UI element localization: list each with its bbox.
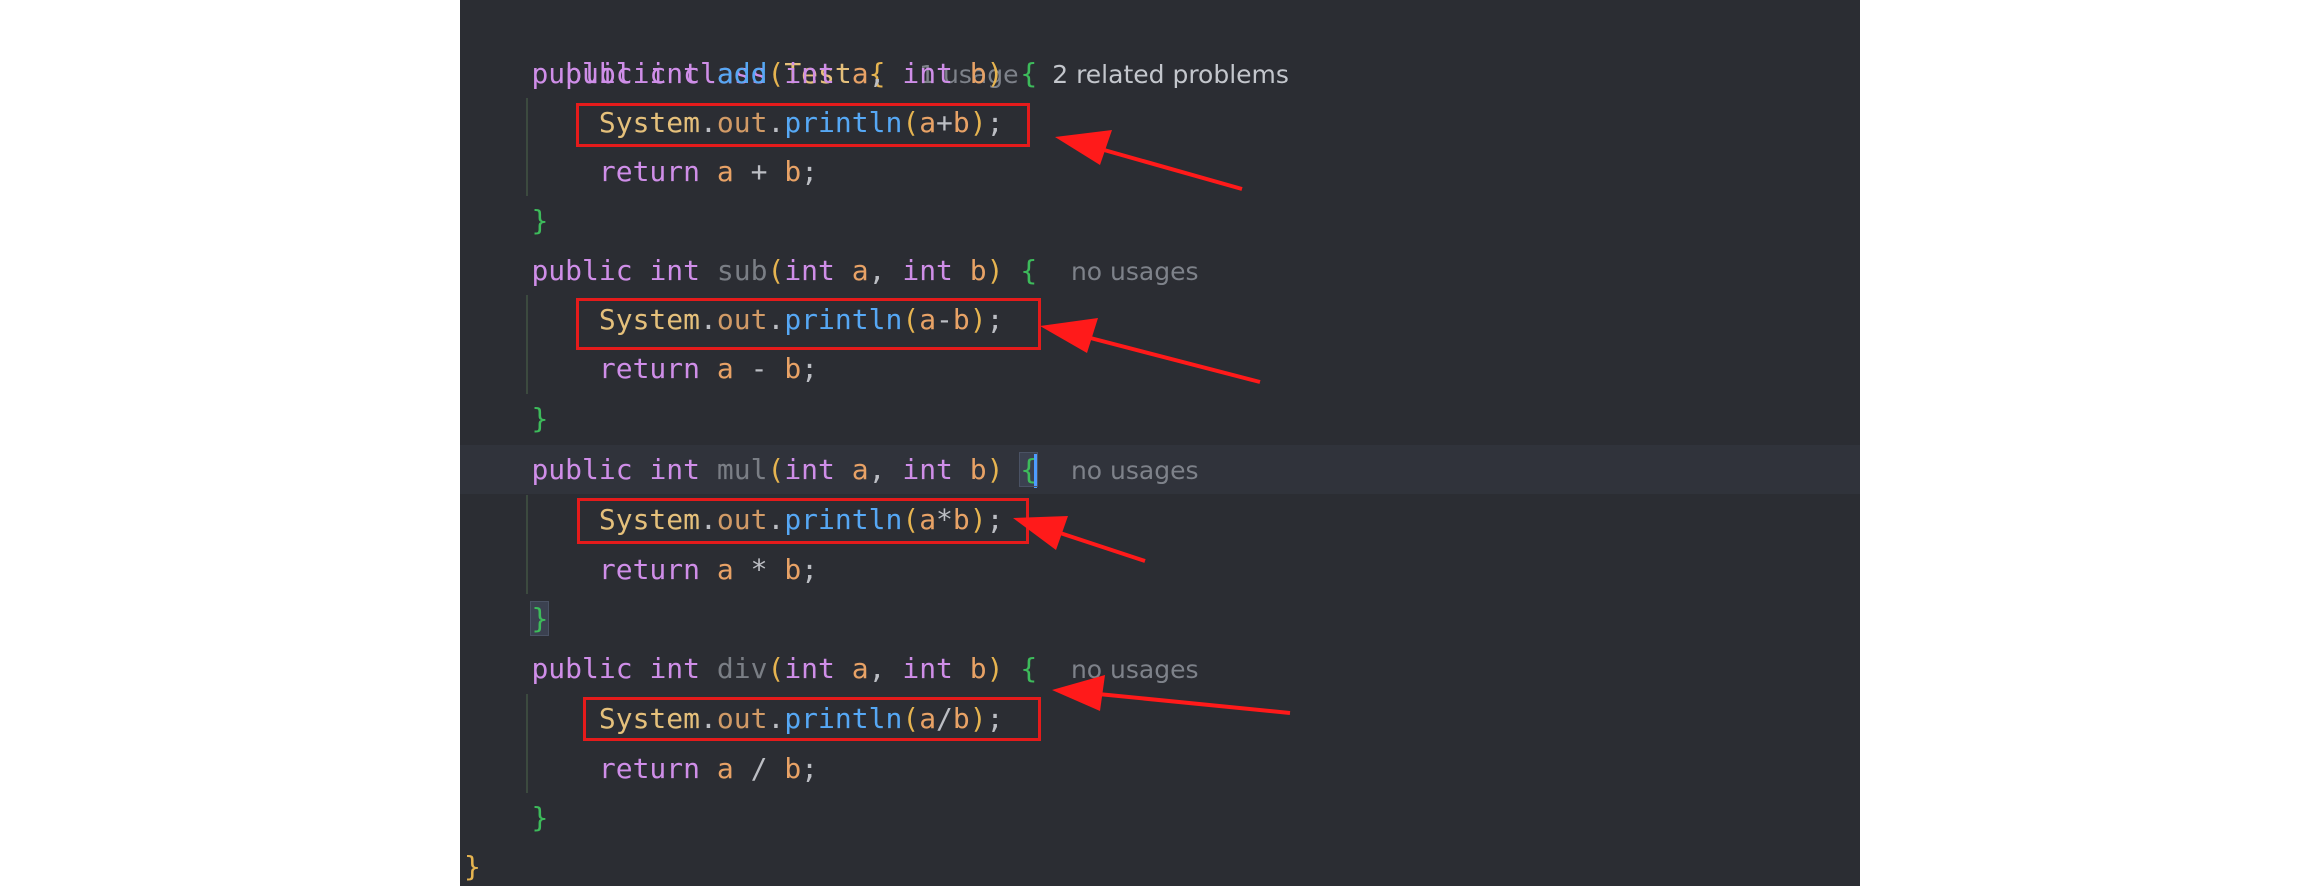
operator: -	[750, 352, 768, 385]
var-b: b	[784, 352, 802, 385]
param-a: a	[851, 453, 869, 486]
code-line-add-signature[interactable]: public int add(int a, int b) {	[460, 49, 1860, 98]
keyword-int: int	[649, 652, 701, 685]
keyword-public: public	[531, 652, 633, 685]
method-open-brace: {	[1020, 254, 1038, 287]
param-b: b	[969, 57, 987, 90]
param-type: int	[784, 57, 835, 90]
keyword-int: int	[649, 57, 701, 90]
paren: )	[986, 57, 1004, 90]
var-a: a	[716, 155, 734, 188]
keyword-return: return	[598, 752, 701, 785]
comma: ,	[868, 57, 886, 90]
code-line-mul-end[interactable]: }	[460, 594, 1860, 643]
paren: )	[986, 652, 1004, 685]
param-b: b	[969, 453, 987, 486]
indent-guide	[526, 98, 528, 196]
param-a: a	[851, 57, 869, 90]
no-usages-hint[interactable]: no usages	[1071, 456, 1199, 485]
class-close-brace: }	[464, 850, 481, 883]
var-b: b	[784, 155, 802, 188]
comma: ,	[868, 453, 886, 486]
method-name-add[interactable]: add	[717, 57, 768, 90]
keyword-public: public	[531, 254, 633, 287]
code-line-div-return[interactable]: return a / b;	[460, 744, 1860, 793]
var-a: a	[716, 352, 734, 385]
keyword-public: public	[531, 57, 633, 90]
code-line-sub-return[interactable]: return a - b;	[460, 344, 1860, 393]
param-b: b	[969, 652, 987, 685]
var-a: a	[716, 553, 734, 586]
annotation-box	[576, 103, 1030, 147]
keyword-return: return	[598, 352, 701, 385]
method-name-div[interactable]: div	[717, 652, 768, 685]
paren: (	[767, 652, 785, 685]
annotation-box	[577, 498, 1029, 544]
keyword-return: return	[598, 553, 701, 586]
paren: (	[767, 57, 785, 90]
indent-guide	[526, 694, 528, 793]
method-name-mul[interactable]: mul	[717, 453, 768, 486]
semicolon: ;	[801, 155, 819, 188]
param-type: int	[902, 453, 953, 486]
method-open-brace: {	[1020, 652, 1038, 685]
comma: ,	[868, 254, 886, 287]
annotation-box	[583, 697, 1041, 741]
method-open-brace: {	[1020, 57, 1038, 90]
code-line-add-end[interactable]: }	[460, 196, 1860, 245]
semicolon: ;	[801, 752, 819, 785]
code-line-class-decl[interactable]: public class Test { 1 usage 2 related pr…	[460, 0, 1860, 90]
var-b: b	[784, 752, 802, 785]
var-a: a	[716, 752, 734, 785]
paren: )	[986, 254, 1004, 287]
var-b: b	[784, 553, 802, 586]
method-close-brace: }	[531, 204, 549, 237]
annotation-box	[576, 298, 1041, 350]
paren: (	[767, 453, 785, 486]
keyword-int: int	[649, 453, 701, 486]
operator: /	[750, 752, 768, 785]
keyword-int: int	[649, 254, 701, 287]
indent-guide	[526, 495, 528, 594]
method-close-brace: }	[531, 801, 549, 834]
semicolon: ;	[801, 553, 819, 586]
code-line-div-signature[interactable]: public int div(int a, int b) { no usages	[460, 644, 1860, 693]
code-line-class-end[interactable]: }	[460, 842, 1860, 886]
operator: *	[750, 553, 768, 586]
param-type: int	[784, 652, 835, 685]
code-line-div-end[interactable]: }	[460, 793, 1860, 842]
keyword-return: return	[598, 155, 701, 188]
param-type: int	[784, 254, 835, 287]
method-close-brace: }	[531, 402, 549, 435]
code-line-sub-signature[interactable]: public int sub(int a, int b) { no usages	[460, 246, 1860, 295]
text-caret	[1034, 454, 1038, 488]
indent-guide	[526, 295, 528, 394]
param-type: int	[784, 453, 835, 486]
operator: +	[750, 155, 768, 188]
comma: ,	[868, 652, 886, 685]
code-line-sub-end[interactable]: }	[460, 394, 1860, 443]
param-a: a	[851, 254, 869, 287]
no-usages-hint[interactable]: no usages	[1071, 655, 1199, 684]
param-type: int	[902, 254, 953, 287]
no-usages-hint[interactable]: no usages	[1071, 257, 1199, 286]
param-a: a	[851, 652, 869, 685]
semicolon: ;	[801, 352, 819, 385]
keyword-public: public	[531, 453, 633, 486]
paren: (	[767, 254, 785, 287]
method-close-brace-matched: }	[530, 601, 550, 636]
method-name-sub[interactable]: sub	[717, 254, 768, 287]
param-type: int	[902, 57, 953, 90]
code-line-add-return[interactable]: return a + b;	[460, 147, 1860, 196]
param-b: b	[969, 254, 987, 287]
paren: )	[986, 453, 1004, 486]
param-type: int	[902, 652, 953, 685]
code-line-mul-signature[interactable]: public int mul(int a, int b) { no usages	[460, 445, 1860, 494]
code-line-mul-return[interactable]: return a * b;	[460, 545, 1860, 594]
